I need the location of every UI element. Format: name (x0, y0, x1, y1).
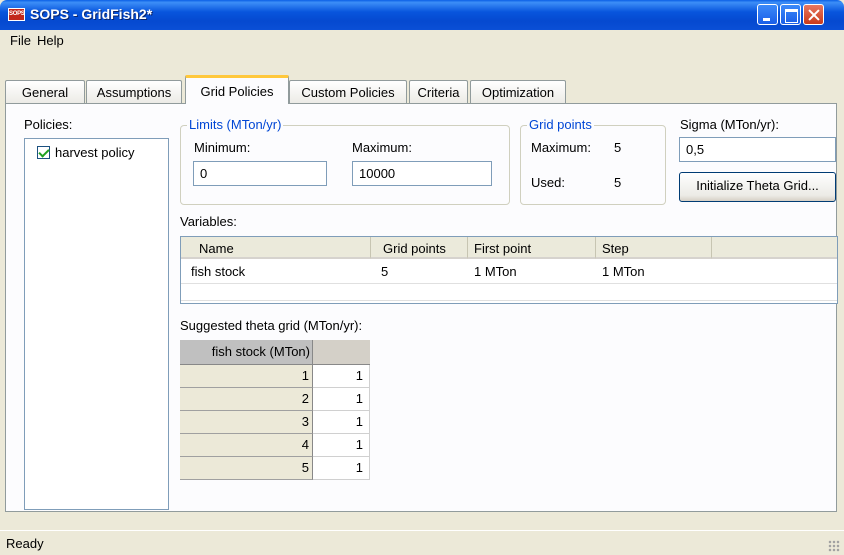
tab-optimization[interactable]: Optimization (470, 80, 566, 103)
variables-label: Variables: (180, 214, 237, 229)
maximize-button[interactable] (780, 4, 801, 25)
theta-value-header (313, 340, 370, 365)
limits-group-title: Limits (MTon/yr) (187, 117, 284, 132)
col-header-empty (712, 237, 837, 259)
grid-max-value: 5 (614, 140, 622, 155)
status-text: Ready (6, 536, 44, 551)
grid-used-label: Used: (531, 175, 565, 190)
theta-row-key: 2 (180, 388, 313, 411)
window-title: SOPS - GridFish2* (30, 6, 153, 22)
tab-custom-policies[interactable]: Custom Policies (289, 80, 407, 103)
tab-criteria[interactable]: Criteria (409, 80, 468, 103)
status-bar: Ready (0, 530, 844, 555)
col-header-name[interactable]: Name (181, 237, 371, 259)
maximum-input[interactable]: 10000 (352, 161, 492, 186)
resize-grip-icon[interactable] (828, 540, 840, 552)
theta-cell[interactable]: 1 (313, 434, 370, 457)
app-icon: SOPS (8, 8, 25, 21)
policies-label: Policies: (24, 117, 73, 132)
grid-max-label: Maximum: (531, 140, 591, 155)
sigma-label: Sigma (MTon/yr): (680, 117, 779, 132)
menu-help[interactable]: Help (37, 33, 64, 48)
theta-row-key: 4 (180, 434, 313, 457)
grid-used-value: 5 (614, 175, 622, 190)
theta-row-key: 1 (180, 365, 313, 388)
variables-table[interactable]: Name Grid points First point Step fish s… (180, 236, 838, 304)
cell-var-grid-points[interactable]: 5 (375, 264, 388, 279)
theta-cell[interactable]: 1 (313, 388, 370, 411)
sigma-input[interactable]: 0,5 (679, 137, 836, 162)
menu-bar: File Help (0, 30, 844, 50)
harvest-policy-checkbox[interactable] (37, 146, 50, 159)
main-window: SOPS SOPS - GridFish2* File Help General… (0, 0, 844, 555)
policy-item-harvest[interactable]: harvest policy (55, 145, 134, 160)
theta-grid[interactable]: fish stock (MTon) 1 1 2 1 3 1 4 1 5 1 (180, 340, 370, 510)
title-bar[interactable]: SOPS SOPS - GridFish2* (0, 0, 844, 30)
cell-var-step[interactable]: 1 MTon (596, 264, 645, 279)
theta-grid-label: Suggested theta grid (MTon/yr): (180, 318, 363, 333)
theta-column-header[interactable]: fish stock (MTon) (180, 340, 313, 365)
row-divider (181, 283, 837, 284)
col-header-step[interactable]: Step (596, 237, 712, 259)
col-header-first-point[interactable]: First point (468, 237, 596, 259)
row-divider (181, 300, 837, 301)
cell-var-first-point[interactable]: 1 MTon (468, 264, 517, 279)
theta-cell[interactable]: 1 (313, 365, 370, 388)
maximum-label: Maximum: (352, 140, 412, 155)
initialize-theta-grid-button[interactable]: Initialize Theta Grid... (679, 172, 836, 202)
close-button[interactable] (803, 4, 824, 25)
grid-points-group-title: Grid points (527, 117, 594, 132)
tab-grid-policies[interactable]: Grid Policies (185, 75, 289, 104)
policies-list[interactable]: harvest policy (24, 138, 169, 510)
tab-assumptions[interactable]: Assumptions (86, 80, 182, 103)
cell-var-name[interactable]: fish stock (185, 264, 245, 279)
minimum-label: Minimum: (194, 140, 251, 155)
theta-cell[interactable]: 1 (313, 457, 370, 480)
grid-points-group: Grid points (520, 117, 666, 205)
theta-cell[interactable]: 1 (313, 411, 370, 434)
minimize-button[interactable] (757, 4, 778, 25)
theta-row-key: 3 (180, 411, 313, 434)
col-header-grid-points[interactable]: Grid points (371, 237, 468, 259)
menu-file[interactable]: File (10, 33, 31, 48)
tab-general[interactable]: General (5, 80, 85, 103)
minimum-input[interactable]: 0 (193, 161, 327, 186)
theta-row-key: 5 (180, 457, 313, 480)
